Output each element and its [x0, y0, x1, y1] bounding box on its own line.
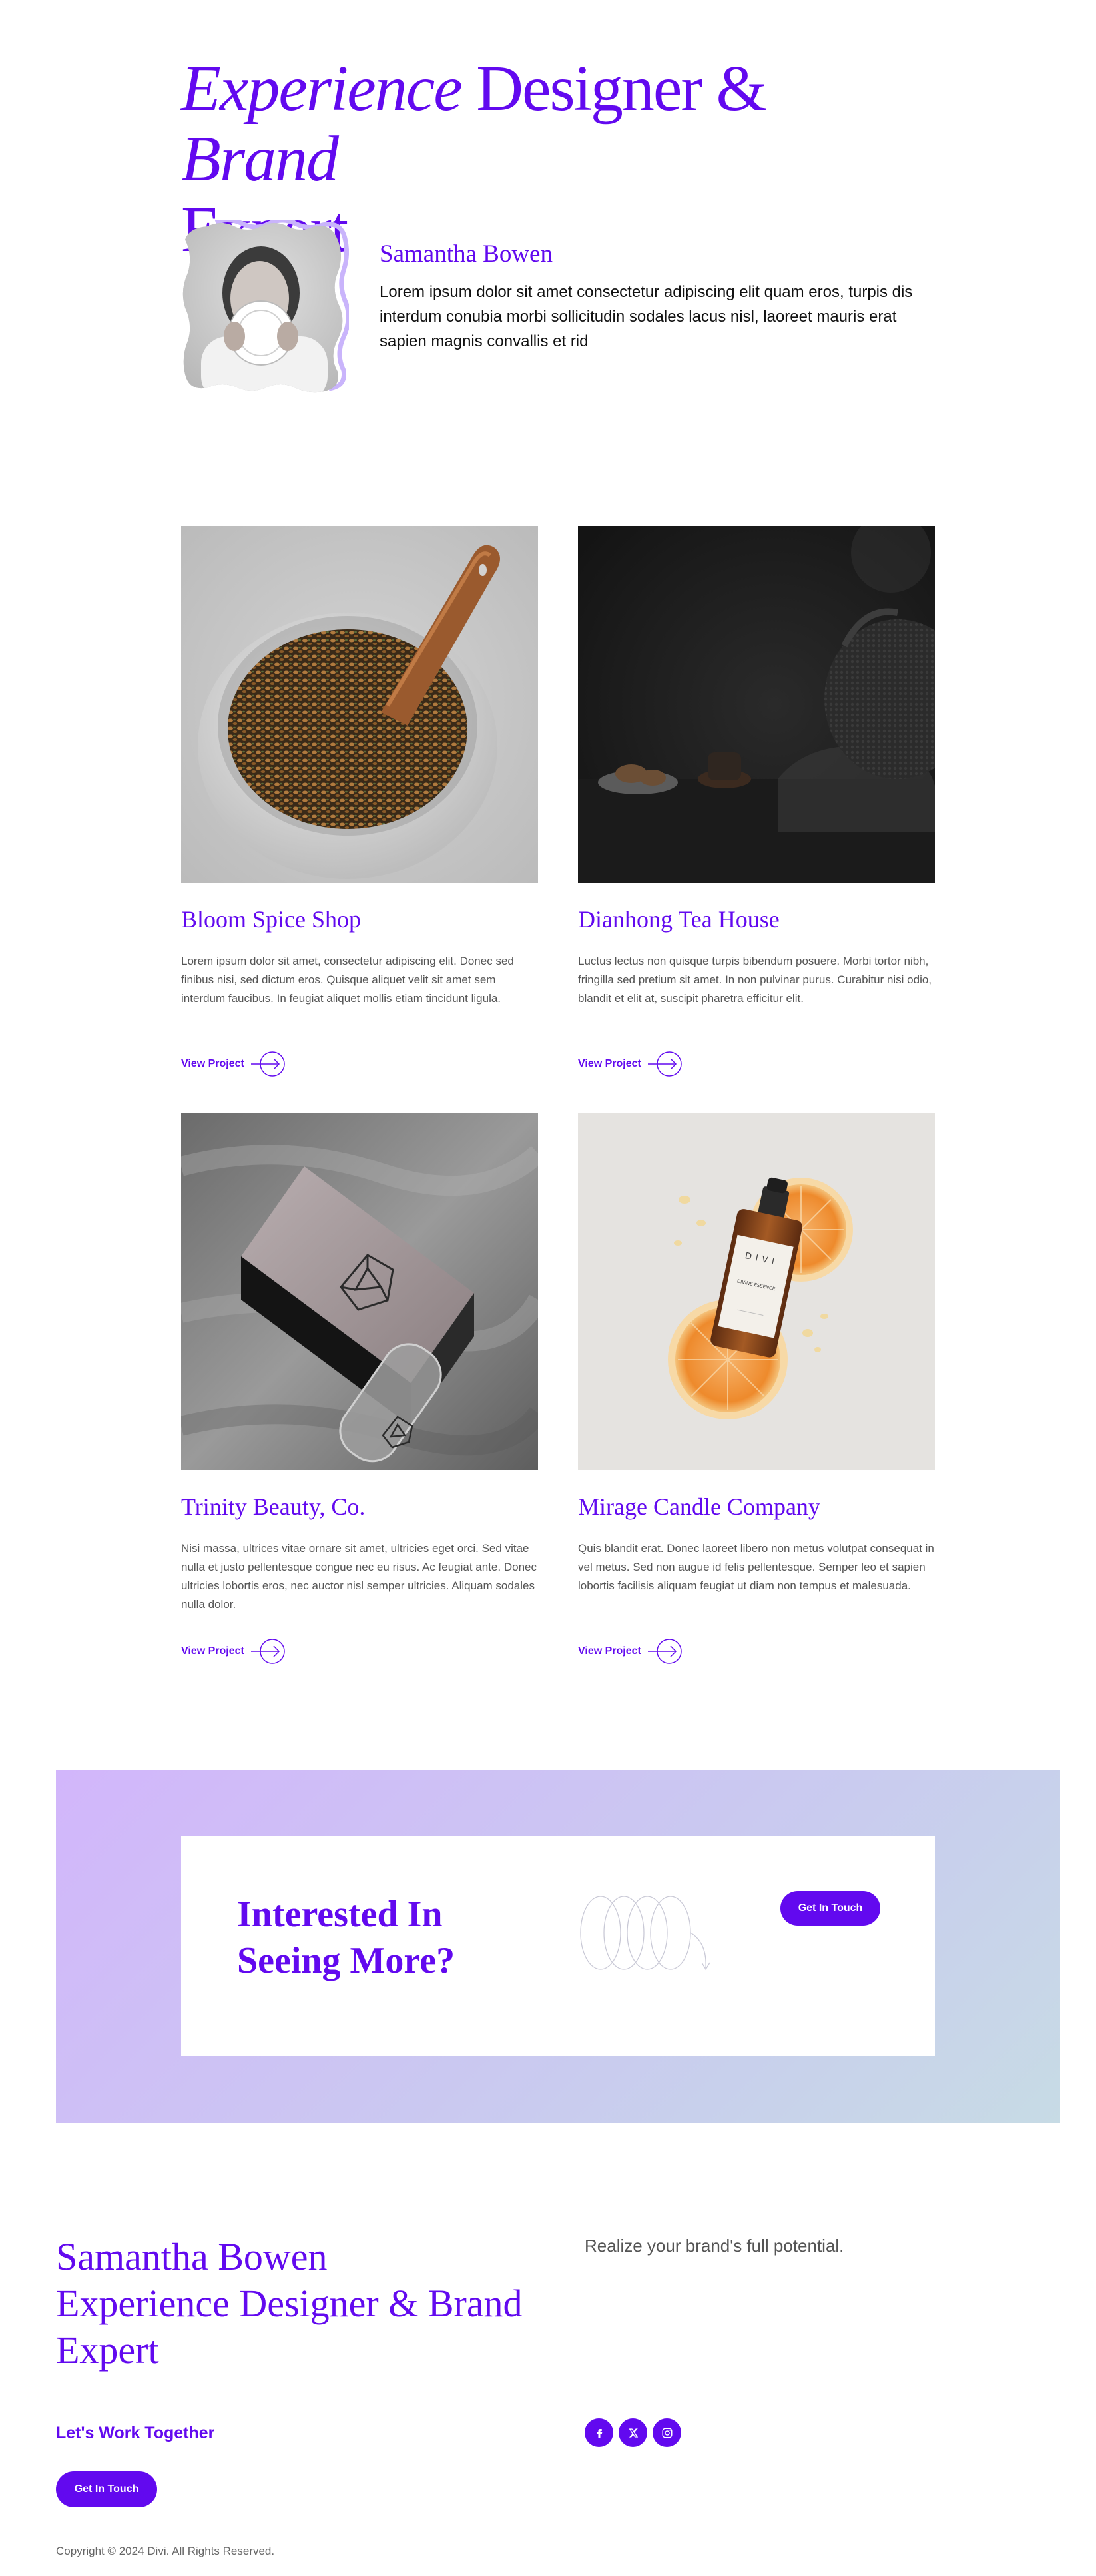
project-description: Quis blandit erat. Donec laoreet libero …: [578, 1542, 934, 1592]
hero-title-plain: Designer &: [461, 53, 767, 125]
project-image-beauty[interactable]: [181, 1113, 538, 1470]
footer-name: Samantha Bowen: [56, 2235, 328, 2278]
profile-section: Samantha Bowen Lorem ipsum dolor sit ame…: [181, 220, 934, 396]
view-project-link[interactable]: View Project: [181, 1051, 286, 1077]
view-project-label[interactable]: View Project: [578, 1058, 641, 1070]
profile-name: Samantha Bowen: [380, 240, 553, 268]
swirl-decoration-icon: [580, 1896, 710, 1971]
footer-tagline: Realize your brand's full potential.: [585, 2236, 844, 2256]
cta-section: Interested In Seeing More? Get In Touch: [56, 1770, 1060, 2123]
project-title[interactable]: Dianhong Tea House: [578, 905, 780, 933]
profile-bio: Lorem ipsum dolor sit amet consectetur a…: [380, 283, 913, 350]
copyright-text: Copyright © 2024 Divi. All Rights Reserv…: [56, 2545, 275, 2557]
view-project-link[interactable]: View Project: [578, 1638, 683, 1665]
arrow-circle-icon: [647, 1051, 682, 1077]
project-description: Luctus lectus non quisque turpis bibendu…: [578, 955, 932, 1005]
project-image-tea[interactable]: [578, 526, 935, 883]
view-project-label[interactable]: View Project: [578, 1645, 641, 1657]
view-project-link[interactable]: View Project: [181, 1638, 286, 1665]
hero-title-italic-1: Experience: [181, 53, 463, 125]
instagram-icon[interactable]: [653, 2418, 681, 2447]
arrow-circle-icon: [250, 1639, 285, 1664]
project-title[interactable]: Bloom Spice Shop: [181, 905, 361, 933]
view-project-label[interactable]: View Project: [181, 1058, 244, 1070]
footer-get-in-touch-button[interactable]: Get In Touch: [56, 2471, 157, 2507]
arrow-circle-icon: [250, 1051, 285, 1077]
facebook-icon[interactable]: [585, 2418, 613, 2447]
cta-get-in-touch-button[interactable]: Get In Touch: [780, 1891, 880, 1926]
avatar: [181, 220, 349, 394]
cta-box: Interested In Seeing More? Get In Touch: [181, 1836, 935, 2056]
social-links: [585, 2418, 681, 2447]
x-icon[interactable]: [619, 2418, 647, 2447]
project-description: Lorem ipsum dolor sit amet, consectetur …: [181, 955, 514, 1005]
footer-name-block: Samantha Bowen Experience Designer & Bra…: [56, 2234, 535, 2374]
project-title[interactable]: Mirage Candle Company: [578, 1493, 820, 1521]
project-description: Nisi massa, ultrices vitae ornare sit am…: [181, 1542, 537, 1611]
footer-role: Experience Designer & Brand Expert: [56, 2282, 523, 2372]
project-image-spice[interactable]: [181, 526, 538, 883]
project-image-candle[interactable]: DIVI DIVINE ESSENCE: [578, 1113, 935, 1470]
hero-title-italic-2: Brand: [181, 123, 339, 195]
cta-title: Interested In Seeing More?: [237, 1894, 455, 1981]
lets-work-together-heading: Let's Work Together: [56, 2424, 215, 2442]
project-title[interactable]: Trinity Beauty, Co.: [181, 1493, 365, 1521]
view-project-label[interactable]: View Project: [181, 1645, 244, 1657]
arrow-circle-icon: [647, 1639, 682, 1664]
view-project-link[interactable]: View Project: [578, 1051, 683, 1077]
